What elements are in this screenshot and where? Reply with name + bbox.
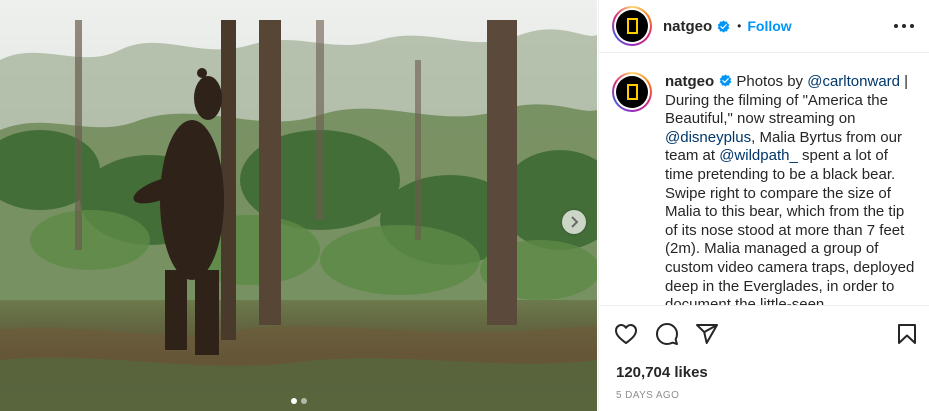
- caption-area: natgeo Photos by @carltonward | During t…: [599, 53, 929, 305]
- post-actions: 120,704 likes 5 DAYS AGO: [599, 305, 929, 411]
- comment-icon: [656, 323, 678, 345]
- post-timestamp[interactable]: 5 DAYS AGO: [616, 390, 679, 401]
- carousel-next-button[interactable]: [562, 210, 586, 234]
- verified-badge-icon: [717, 19, 730, 33]
- carousel-dot: [300, 398, 307, 404]
- header-username[interactable]: natgeo: [663, 18, 712, 35]
- likes-count[interactable]: 120,704 likes: [616, 364, 708, 381]
- mention-disneyplus[interactable]: @disneyplus: [665, 129, 751, 146]
- caption-text-1: Photos by: [736, 73, 808, 90]
- caption-text: natgeo Photos by @carltonward | During t…: [665, 73, 915, 305]
- caption-avatar[interactable]: [612, 72, 652, 112]
- caption-text-4: spent a lot of time pretending to be a b…: [665, 147, 915, 305]
- save-button[interactable]: [895, 322, 919, 346]
- mention-wildpath[interactable]: @wildpath_: [719, 147, 798, 164]
- like-button[interactable]: [614, 322, 638, 346]
- post-side-panel: natgeo • Follow natgeo Photos by @carlto…: [598, 0, 929, 411]
- avatar[interactable]: [612, 6, 652, 46]
- natgeo-logo-icon: [626, 84, 638, 100]
- heart-icon: [615, 324, 637, 344]
- post-header: natgeo • Follow: [599, 0, 929, 53]
- carousel-dot-active: [290, 398, 297, 404]
- follow-button[interactable]: Follow: [747, 18, 791, 34]
- chevron-right-icon: [571, 216, 579, 228]
- share-button[interactable]: [695, 322, 719, 346]
- mention-carltonward[interactable]: @carltonward: [807, 73, 900, 90]
- carousel-indicator: [0, 398, 597, 404]
- natgeo-logo-icon: [626, 18, 638, 34]
- share-icon: [696, 324, 718, 344]
- comment-button[interactable]: [655, 322, 679, 346]
- post-photo[interactable]: [0, 0, 597, 411]
- bookmark-icon: [898, 324, 916, 344]
- more-horizontal-icon: [894, 24, 898, 28]
- header-separator: •: [737, 19, 742, 33]
- bear-forest-image: [0, 0, 597, 411]
- caption-username[interactable]: natgeo: [665, 73, 714, 90]
- verified-badge-icon: [719, 74, 732, 87]
- more-options-button[interactable]: [894, 17, 914, 35]
